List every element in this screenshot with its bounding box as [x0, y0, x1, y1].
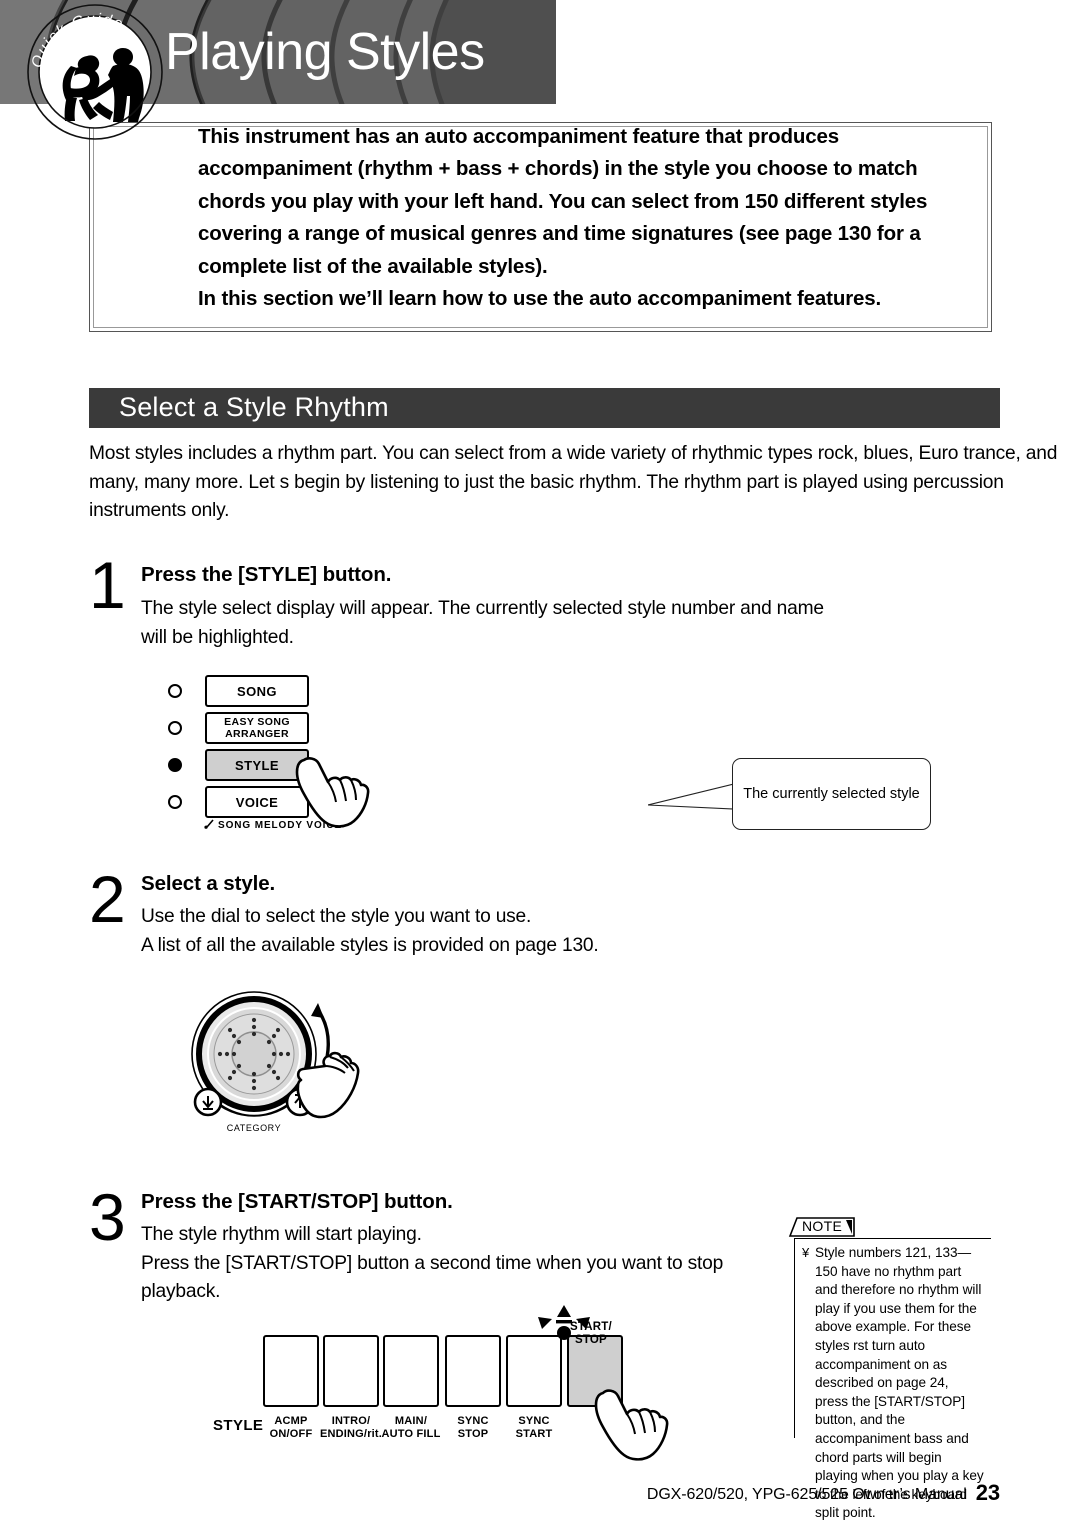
button-sync-start[interactable] — [506, 1335, 562, 1407]
blinking-led-indicator-icon — [538, 1305, 590, 1340]
pointing-hand-icon — [295, 757, 370, 828]
svg-text:Quick Guide: Quick Guide — [28, 11, 126, 70]
step-2-number: 2 — [89, 862, 126, 936]
button-intro-ending[interactable] — [323, 1335, 379, 1407]
step-3-heading: Press the [START/STOP] button. — [141, 1190, 453, 1213]
page-footer: DGX-620/520, YPG-625/525 Owner’s Manual 2… — [0, 1480, 1000, 1506]
dial-category-label: CATEGORY — [227, 1123, 281, 1133]
callout-pointer-line — [648, 783, 735, 810]
step-2-heading: Select a style. — [141, 872, 276, 895]
dial-diagram: CATEGORY — [182, 988, 360, 1140]
button-song[interactable]: SONG — [205, 675, 309, 707]
note-bullet: ¥ — [802, 1245, 810, 1260]
intro-paragraph-1: This instrument has an auto accompanimen… — [198, 125, 928, 278]
step-3-number: 3 — [89, 1180, 126, 1254]
section-paragraph-text: Most styles includes a rhythm part. You … — [89, 443, 1058, 521]
step-2-body-line-1: Use the dial to select the style you wan… — [141, 906, 532, 927]
step-1-body-text: The style select display will appear. Th… — [141, 598, 824, 648]
section-intro-paragraph: Most styles includes a rhythm part. You … — [89, 440, 1064, 526]
button-style-label: STYLE — [235, 757, 279, 773]
quick-guide-logo: Quick Guide — [27, 4, 163, 140]
intro-paragraph-2: In this section we’ll learn how to use t… — [198, 287, 882, 311]
button-song-label: SONG — [237, 683, 277, 699]
led-voice — [168, 795, 182, 809]
note-box: NOTE ¥ Style numbers 121, 133—150 have n… — [788, 1216, 991, 1520]
button-main-auto-fill[interactable] — [383, 1335, 439, 1407]
section-header-bar: Select a Style Rhythm — [89, 388, 1000, 428]
pointing-hand-icon — [594, 1389, 669, 1461]
step-3-body-line-2: Press the [START/STOP] button a second t… — [141, 1252, 724, 1274]
led-easy-song-arranger — [168, 721, 182, 735]
button-sync-start-label: SYNC START — [515, 1415, 553, 1440]
button-voice-label: VOICE — [235, 794, 279, 810]
style-button-panel-diagram: STYLE ACMP ON/OFF INTRO/ ENDING/rit. MAI… — [205, 1295, 669, 1470]
mode-button-panel-diagram: SONG EASY SONG ARRANGER STYLE VOICE SONG… — [160, 672, 510, 837]
button-easy-song-arranger[interactable]: EASY SONG ARRANGER — [205, 712, 309, 744]
step-2-body-line-2: A list of all the available styles is pr… — [141, 934, 599, 956]
step-3-body: The style rhythm will start playing. Pre… — [141, 1221, 901, 1307]
led-song — [168, 684, 182, 698]
intro-callout-box: This instrument has an auto accompanimen… — [89, 122, 992, 332]
step-1-heading: Press the [STYLE] button. — [141, 563, 392, 586]
button-sync-stop[interactable] — [445, 1335, 501, 1407]
callout-currently-selected-style: The currently selected style — [732, 758, 931, 830]
note-tab-shape — [788, 1217, 855, 1237]
button-easy-song-arranger-label: EASY SONG ARRANGER — [224, 716, 290, 740]
pointing-hand-icon — [296, 1051, 360, 1119]
page-title: Playing Styles — [165, 23, 485, 81]
footer-manual-name: DGX-620/520, YPG-625/525 Owner’s Manual — [646, 1486, 967, 1503]
quick-guide-badge-text: Quick Guide — [28, 11, 126, 70]
step-3-body-line-1: The style rhythm will start playing. — [141, 1224, 422, 1245]
step-2-body: Use the dial to select the style you wan… — [141, 903, 841, 960]
intro-text: This instrument has an auto accompanimen… — [198, 121, 958, 315]
note-glyph-icon — [204, 819, 214, 829]
led-style — [168, 758, 182, 772]
callout-text: The currently selected style — [743, 786, 920, 802]
section-heading: Select a Style Rhythm — [119, 392, 389, 422]
button-acmp-on-off[interactable] — [263, 1335, 319, 1407]
step-1-number: 1 — [89, 548, 126, 622]
footer-page-number: 23 — [975, 1480, 1000, 1505]
step-1-body: The style select display will appear. Th… — [141, 595, 831, 652]
